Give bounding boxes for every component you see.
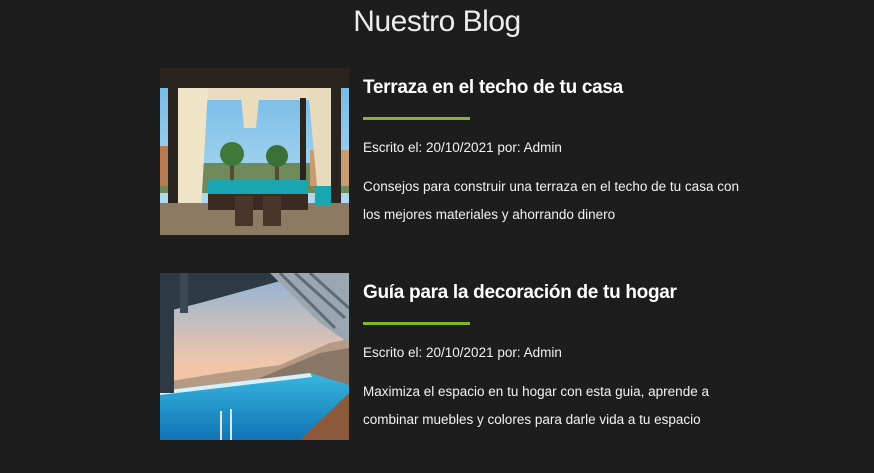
post-content: Terraza en el techo de tu casa Escrito e… — [363, 68, 743, 229]
post-thumbnail-terrace[interactable] — [160, 68, 349, 235]
post-excerpt: Maximiza el espacio en tu hogar con esta… — [363, 384, 709, 427]
post-content: Guía para la decoración de tu hogar Escr… — [363, 273, 743, 434]
post-meta: Escrito el: 20/10/2021 por: Admin — [363, 345, 562, 360]
pool-image — [160, 273, 349, 440]
post-excerpt: Consejos para construir una terraza en e… — [363, 179, 739, 222]
terrace-image — [160, 68, 349, 235]
post-thumbnail-pool[interactable] — [160, 273, 349, 440]
blog-post: Guía para la decoración de tu hogar Escr… — [160, 273, 720, 443]
blog-post: Terraza en el techo de tu casa Escrito e… — [160, 68, 739, 238]
post-title[interactable]: Guía para la decoración de tu hogar — [363, 281, 743, 305]
page-title: Nuestro Blog — [353, 5, 521, 38]
title-underline — [363, 322, 470, 325]
post-meta: Escrito el: 20/10/2021 por: Admin — [363, 140, 562, 155]
post-title[interactable]: Terraza en el techo de tu casa — [363, 76, 743, 100]
title-underline — [363, 117, 470, 120]
